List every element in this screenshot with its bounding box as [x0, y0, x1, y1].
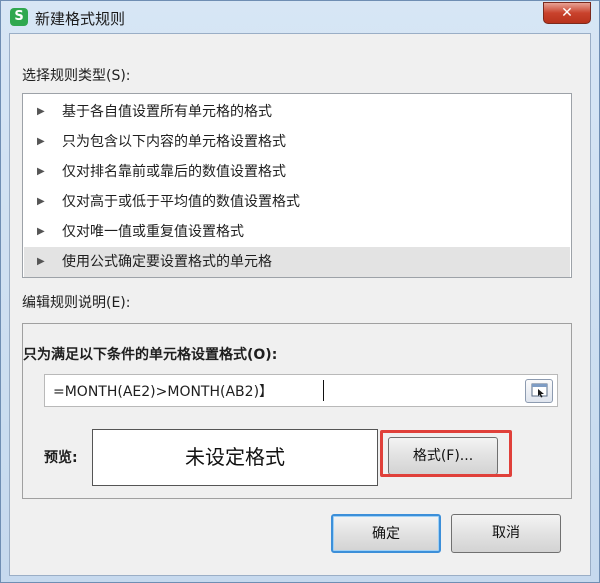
range-picker-icon	[531, 383, 548, 398]
rule-type-item-label: 只为包含以下内容的单元格设置格式	[62, 134, 286, 150]
rule-type-item-label: 仅对唯一值或重复值设置格式	[62, 224, 244, 240]
preview-text: 未设定格式	[185, 445, 285, 469]
format-button[interactable]: 格式(F)...	[388, 437, 498, 475]
ok-button[interactable]: 确定	[331, 514, 441, 553]
formula-input[interactable]: =MONTH(AE2)>MONTH(AB2)】	[44, 374, 558, 407]
text-caret	[323, 380, 324, 401]
formula-value: =MONTH(AE2)>MONTH(AB2)】	[53, 384, 274, 400]
rule-type-item[interactable]: ▶ 基于各自值设置所有单元格的格式	[24, 97, 570, 127]
new-format-rule-dialog: S 新建格式规则 ✕ 选择规则类型(S): ▶ 基于各自值设置所有单元格的格式 …	[0, 0, 600, 583]
rule-type-item[interactable]: ▶ 仅对唯一值或重复值设置格式	[24, 217, 570, 247]
rule-type-item-label: 使用公式确定要设置格式的单元格	[62, 254, 272, 270]
window-title: 新建格式规则	[35, 10, 126, 28]
rule-type-item-label: 仅对高于或低于平均值的数值设置格式	[62, 194, 300, 210]
expand-arrow-icon: ▶	[37, 226, 45, 237]
cancel-button[interactable]: 取消	[451, 514, 561, 553]
expand-arrow-icon: ▶	[37, 196, 45, 207]
range-picker-button[interactable]	[525, 379, 553, 403]
expand-arrow-icon: ▶	[37, 256, 45, 267]
rule-type-item-label: 仅对排名靠前或靠后的数值设置格式	[62, 164, 286, 180]
preview-label: 预览:	[44, 450, 78, 466]
condition-heading: 只为满足以下条件的单元格设置格式(O):	[23, 347, 278, 363]
rule-description-label: 编辑规则说明(E):	[22, 295, 131, 311]
rule-type-item-selected[interactable]: ▶ 使用公式确定要设置格式的单元格	[24, 247, 570, 277]
app-logo-icon: S	[10, 8, 28, 26]
rule-type-item[interactable]: ▶ 仅对高于或低于平均值的数值设置格式	[24, 187, 570, 217]
close-button[interactable]: ✕	[543, 2, 591, 24]
title-bar[interactable]: S 新建格式规则 ✕	[1, 1, 599, 33]
rule-type-item-label: 基于各自值设置所有单元格的格式	[62, 104, 272, 120]
rule-type-item[interactable]: ▶ 只为包含以下内容的单元格设置格式	[24, 127, 570, 157]
expand-arrow-icon: ▶	[37, 106, 45, 117]
rule-type-list[interactable]: ▶ 基于各自值设置所有单元格的格式 ▶ 只为包含以下内容的单元格设置格式 ▶ 仅…	[22, 93, 572, 278]
expand-arrow-icon: ▶	[37, 136, 45, 147]
expand-arrow-icon: ▶	[37, 166, 45, 177]
rule-type-item[interactable]: ▶ 仅对排名靠前或靠后的数值设置格式	[24, 157, 570, 187]
format-preview: 未设定格式	[92, 429, 378, 486]
rule-type-label: 选择规则类型(S):	[22, 68, 131, 84]
